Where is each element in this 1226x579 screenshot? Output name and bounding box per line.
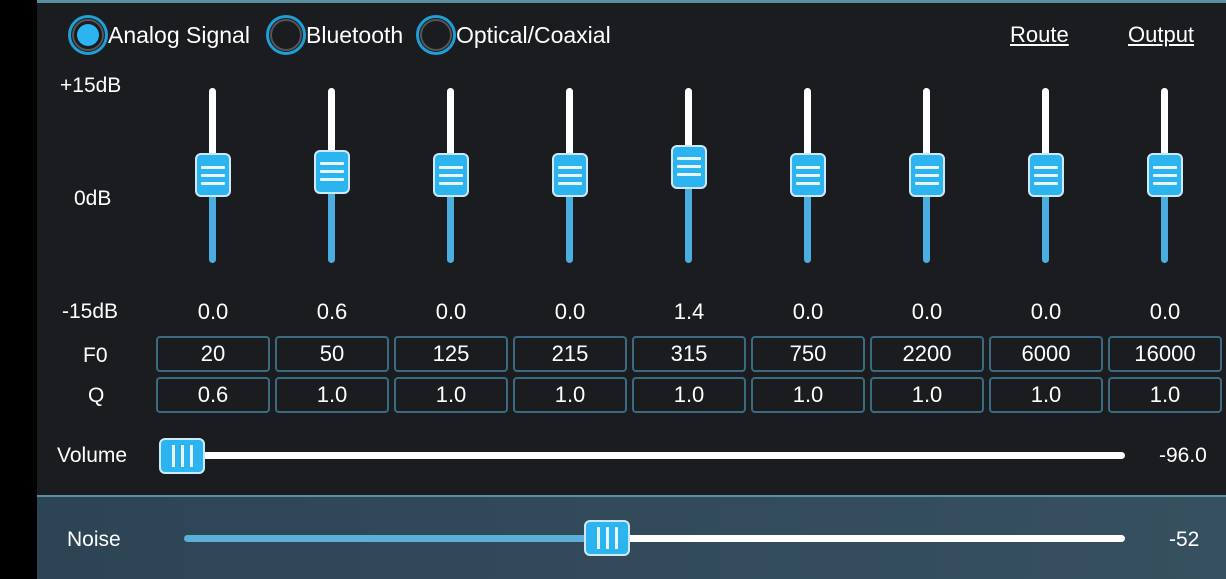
radio-unselected-icon <box>416 15 456 55</box>
radio-label: Bluetooth <box>306 21 404 48</box>
gain-slider-thumb[interactable] <box>671 144 707 189</box>
noise-panel: Noise -52 <box>37 495 1226 579</box>
f0-input[interactable]: 750 <box>751 336 865 372</box>
f0-row-label: F0 <box>83 344 108 367</box>
f0-input[interactable]: 20 <box>156 336 270 372</box>
gain-value: 0.0 <box>1149 299 1181 324</box>
gain-slider-thumb[interactable] <box>790 153 826 197</box>
scale-bottom-label: -15dB <box>62 300 119 323</box>
gain-value: 0.0 <box>1030 299 1062 324</box>
q-input[interactable]: 1.0 <box>632 377 746 413</box>
noise-value: -52 <box>1169 528 1200 551</box>
gain-value: 0.0 <box>554 299 586 324</box>
f0-input[interactable]: 215 <box>513 336 627 372</box>
route-link[interactable]: Route <box>1010 22 1069 48</box>
scale-top-label: +15dB <box>60 74 122 97</box>
radio-selected-icon <box>68 15 108 55</box>
gain-value: 0.0 <box>197 299 229 324</box>
radio-optical-coaxial[interactable]: Optical/Coaxial <box>416 15 611 55</box>
f0-input[interactable]: 50 <box>275 336 389 372</box>
f0-input[interactable]: 6000 <box>989 336 1103 372</box>
q-input[interactable]: 1.0 <box>275 377 389 413</box>
noise-slider-thumb[interactable] <box>584 520 631 556</box>
gain-slider-thumb[interactable] <box>314 149 350 194</box>
gain-slider-thumb[interactable] <box>909 153 945 197</box>
radio-label: Optical/Coaxial <box>456 21 611 48</box>
q-input[interactable]: 1.0 <box>989 377 1103 413</box>
f0-input[interactable]: 125 <box>394 336 508 372</box>
q-input[interactable]: 1.0 <box>394 377 508 413</box>
scale-mid-label: 0dB <box>74 187 112 210</box>
radio-analog-signal[interactable]: Analog Signal <box>68 15 250 55</box>
output-link[interactable]: Output <box>1128 22 1194 48</box>
gain-value: 0.0 <box>792 299 824 324</box>
volume-slider[interactable] <box>162 452 1125 459</box>
radio-bluetooth[interactable]: Bluetooth <box>266 15 403 55</box>
gain-slider-thumb[interactable] <box>433 153 469 197</box>
eq-screen: Analog Signal Bluetooth Optical/Coaxial … <box>37 0 1226 579</box>
radio-label: Analog Signal <box>108 21 250 48</box>
f0-input[interactable]: 2200 <box>870 336 984 372</box>
gain-slider-thumb[interactable] <box>552 153 588 197</box>
gain-value: 1.4 <box>673 299 705 324</box>
f0-input[interactable]: 16000 <box>1108 336 1222 372</box>
q-input[interactable]: 1.0 <box>870 377 984 413</box>
noise-label: Noise <box>67 528 121 551</box>
volume-label: Volume <box>57 444 128 467</box>
radio-unselected-icon <box>266 15 306 55</box>
q-input[interactable]: 1.0 <box>751 377 865 413</box>
q-input[interactable]: 1.0 <box>1108 377 1222 413</box>
gain-value: 0.6 <box>316 299 348 324</box>
q-input[interactable]: 0.6 <box>156 377 270 413</box>
volume-value: -96.0 <box>1159 444 1207 467</box>
volume-slider-thumb[interactable] <box>159 438 205 474</box>
gain-value: 0.0 <box>435 299 467 324</box>
q-input[interactable]: 1.0 <box>513 377 627 413</box>
q-row-label: Q <box>88 384 105 407</box>
f0-input[interactable]: 315 <box>632 336 746 372</box>
gain-value: 0.0 <box>911 299 943 324</box>
noise-slider[interactable] <box>184 535 1125 542</box>
gain-slider-thumb[interactable] <box>1147 153 1183 197</box>
gain-slider-thumb[interactable] <box>1028 153 1064 197</box>
gain-slider-thumb[interactable] <box>195 153 231 197</box>
